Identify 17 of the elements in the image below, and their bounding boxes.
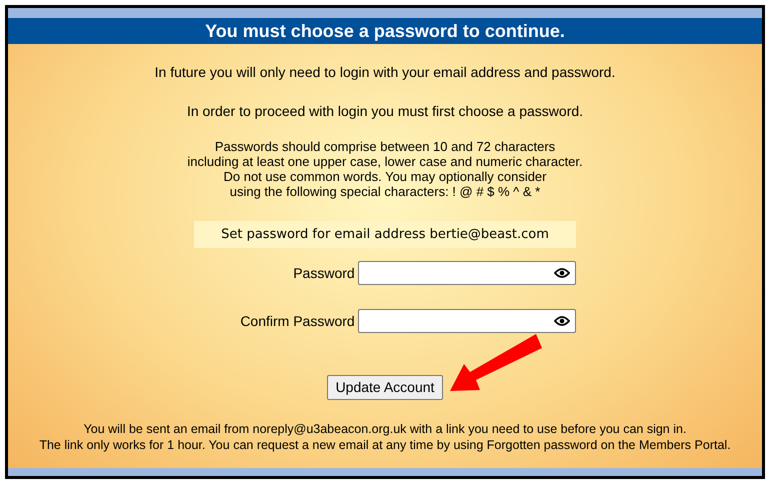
- rules-text: Do not use common words. You may optionally consider: [223, 169, 546, 184]
- rules-text: Passwords should comprise between 10 and 72 characters: [214, 139, 556, 154]
- rules-text: using the following special characters: ! @ # $ % ^ & *: [230, 184, 540, 199]
- footer-text: The link only works for 1 hour. You can request a new email at any time by using Forgotten password on the Members Portal.: [39, 437, 731, 453]
- intro-text: In order to proceed with login you must first choose a password.: [186, 102, 584, 121]
- footer-text: You will be sent an email from noreply@u3abeacon.org.uk with a link you need to use before you can sign in.: [84, 421, 686, 437]
- password-field[interactable]: [358, 309, 576, 333]
- eye-icon[interactable]: [554, 267, 570, 279]
- email-notice: Set password for email address bertie@beast.com: [194, 221, 576, 248]
- update-account-button[interactable]: Update Account: [326, 375, 444, 400]
- rules-text: including at least one upper case, lower case and numeric character.: [187, 154, 583, 169]
- eye-icon[interactable]: [554, 315, 570, 327]
- field-label: Confirm Password: [240, 312, 355, 330]
- password-field[interactable]: [358, 261, 576, 285]
- header-title: You must choose a password to continue.: [205, 20, 565, 43]
- intro-text: In future you will only need to login with your email address and password.: [154, 63, 616, 82]
- field-label: Password: [293, 264, 355, 282]
